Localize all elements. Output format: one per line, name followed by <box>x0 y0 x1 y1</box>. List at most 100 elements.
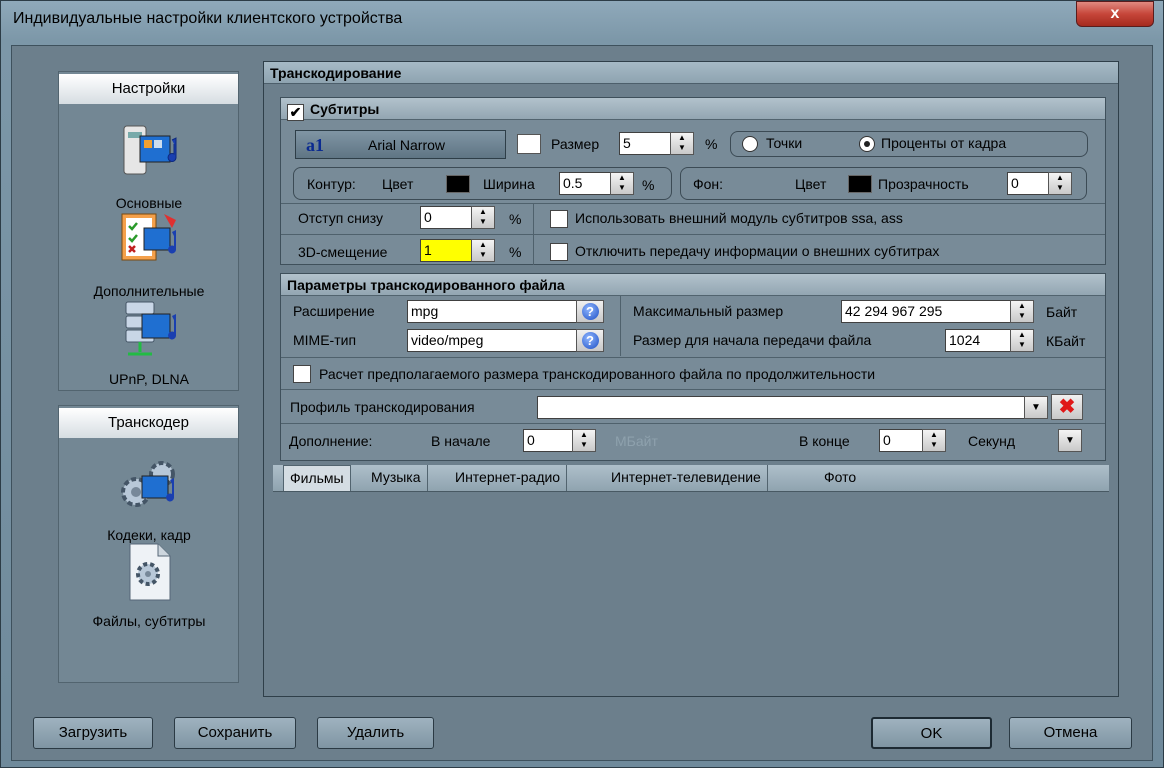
size-label: Размер <box>551 136 600 152</box>
at-end-unit-dropdown[interactable]: ▼ <box>1058 429 1082 452</box>
subtitles-header: ✔ Субтитры <box>281 98 1105 121</box>
outline-width-spinner[interactable]: ▲ ▼ <box>610 172 634 195</box>
extension-input[interactable]: mpg <box>407 300 577 323</box>
max-size-label: Максимальный размер <box>633 303 784 319</box>
font-a1-icon: a1 <box>306 135 324 155</box>
outline-width-unit: % <box>642 177 655 193</box>
at-start-unit: МБайт <box>615 433 658 449</box>
sidebar-item-files[interactable]: Файлы, субтитры <box>59 540 239 629</box>
profile-dropdown-button[interactable]: ▼ <box>1024 396 1048 419</box>
tab-photo[interactable]: Фото <box>818 465 862 491</box>
sidebar-item-advanced[interactable]: Дополнительные <box>59 210 239 299</box>
background-color-label: Цвет <box>795 176 827 192</box>
settings-panel: Настройки Основные Дополнительные UPnP, … <box>58 71 239 391</box>
start-size-input[interactable]: 1024 <box>945 329 1011 352</box>
start-size-label: Размер для начала передачи файла <box>633 332 872 348</box>
save-button[interactable]: Сохранить <box>174 717 296 749</box>
padding-label: Дополнение: <box>289 433 373 449</box>
profile-label: Профиль транскодирования <box>290 399 475 415</box>
chevron-down-icon: ▼ <box>1031 402 1041 413</box>
max-size-input[interactable]: 42 294 967 295 <box>841 300 1011 323</box>
profile-clear-button[interactable]: ✖ <box>1051 394 1083 420</box>
divider <box>281 389 1105 390</box>
file-gear-icon <box>116 540 182 606</box>
tab-music[interactable]: Музыка <box>365 465 428 491</box>
at-end-unit: Секунд <box>968 433 1016 449</box>
at-start-label: В начале <box>431 433 491 449</box>
radio-percent-label: Проценты от кадра <box>881 135 1007 151</box>
extension-label: Расширение <box>293 303 375 319</box>
mime-label: MIME-тип <box>293 332 357 348</box>
transparency-spinner[interactable]: ▲ ▼ <box>1048 172 1072 195</box>
start-size-spinner[interactable]: ▲ ▼ <box>1010 329 1034 352</box>
checklist-film-icon <box>116 210 182 276</box>
bottom-offset-input[interactable]: 0 <box>420 206 472 229</box>
at-start-input[interactable]: 0 <box>523 429 573 452</box>
mime-help-button[interactable]: ? <box>576 329 604 352</box>
title-bar[interactable]: Индивидуальные настройки клиентского уст… <box>1 1 1163 39</box>
media-tabs: Фильмы Музыка Интернет-радио Интернет-те… <box>273 465 1109 492</box>
offset3d-input[interactable]: 1 <box>420 239 472 262</box>
size-unit: % <box>705 136 718 152</box>
divider <box>281 423 1105 424</box>
help-icon: ? <box>581 303 599 320</box>
offset3d-spinner[interactable]: ▲ ▼ <box>471 239 495 262</box>
divider <box>620 296 621 356</box>
offset3d-label: 3D-смещение <box>298 244 388 260</box>
help-icon: ? <box>581 332 599 349</box>
transparency-input[interactable]: 0 <box>1007 172 1049 195</box>
transparency-label: Прозрачность <box>878 176 969 192</box>
divider <box>281 357 1105 358</box>
sidebar-item-codecs[interactable]: Кодеки, кадр <box>59 454 239 543</box>
tab-internet-tv[interactable]: Интернет-телевидение <box>605 465 768 491</box>
outline-label: Контур: <box>307 176 356 192</box>
load-button[interactable]: Загрузить <box>33 717 153 749</box>
sidebar-item-label: Дополнительные <box>93 283 205 299</box>
subtitles-title: Субтитры <box>310 101 380 117</box>
ok-button[interactable]: OK <box>871 717 992 749</box>
size-input[interactable]: 5 <box>619 132 671 155</box>
divider <box>281 203 1105 204</box>
start-size-unit: КБайт <box>1046 333 1086 349</box>
profile-select[interactable] <box>537 396 1025 419</box>
background-color-swatch[interactable] <box>848 175 872 193</box>
settings-header: Настройки <box>59 74 238 104</box>
disable-external-info-checkbox[interactable] <box>550 243 568 261</box>
size-spinner[interactable]: ▲ ▼ <box>670 132 694 155</box>
at-end-input[interactable]: 0 <box>879 429 923 452</box>
tab-internet-radio[interactable]: Интернет-радио <box>449 465 568 491</box>
sidebar-item-upnp[interactable]: UPnP, DLNA <box>59 298 239 387</box>
transcoding-header: Транскодирование <box>264 62 1118 84</box>
close-button[interactable]: x <box>1076 1 1154 27</box>
mime-input[interactable]: video/mpeg <box>407 329 577 352</box>
extension-help-button[interactable]: ? <box>576 300 604 323</box>
window-title: Индивидуальные настройки клиентского уст… <box>13 10 403 27</box>
radio-points-label: Точки <box>766 135 803 151</box>
font-select-button[interactable]: a1 Arial Narrow <box>295 130 506 159</box>
delete-button[interactable]: Удалить <box>317 717 434 749</box>
sidebar-item-basic[interactable]: Основные <box>59 122 239 211</box>
close-icon: ✖ <box>1058 396 1076 418</box>
external-module-checkbox[interactable] <box>550 210 568 228</box>
at-end-spinner[interactable]: ▲ ▼ <box>922 429 946 452</box>
sidebar-item-label: UPnP, DLNA <box>109 371 189 387</box>
radio-percent[interactable] <box>859 136 875 152</box>
radio-points[interactable] <box>742 136 758 152</box>
max-size-spinner[interactable]: ▲ ▼ <box>1010 300 1034 323</box>
outline-color-swatch[interactable] <box>446 175 470 193</box>
outline-width-input[interactable]: 0.5 <box>559 172 611 195</box>
estimate-size-checkbox[interactable] <box>293 365 311 383</box>
file-params-header: Параметры транскодированного файла <box>281 274 1105 296</box>
font-color-swatch[interactable] <box>517 134 541 154</box>
background-label: Фон: <box>693 176 724 192</box>
bottom-offset-unit: % <box>509 211 522 227</box>
at-start-spinner[interactable]: ▲ ▼ <box>572 429 596 452</box>
server-film-icon <box>116 298 182 364</box>
transcoder-header: Транскодер <box>59 408 238 438</box>
chevron-down-icon: ▼ <box>1065 435 1075 446</box>
bottom-offset-spinner[interactable]: ▲ ▼ <box>471 206 495 229</box>
tab-movies[interactable]: Фильмы <box>283 465 351 491</box>
subtitles-checkbox[interactable]: ✔ <box>287 104 304 121</box>
cancel-button[interactable]: Отмена <box>1009 717 1132 749</box>
dialog-window: Индивидуальные настройки клиентского уст… <box>0 0 1164 768</box>
